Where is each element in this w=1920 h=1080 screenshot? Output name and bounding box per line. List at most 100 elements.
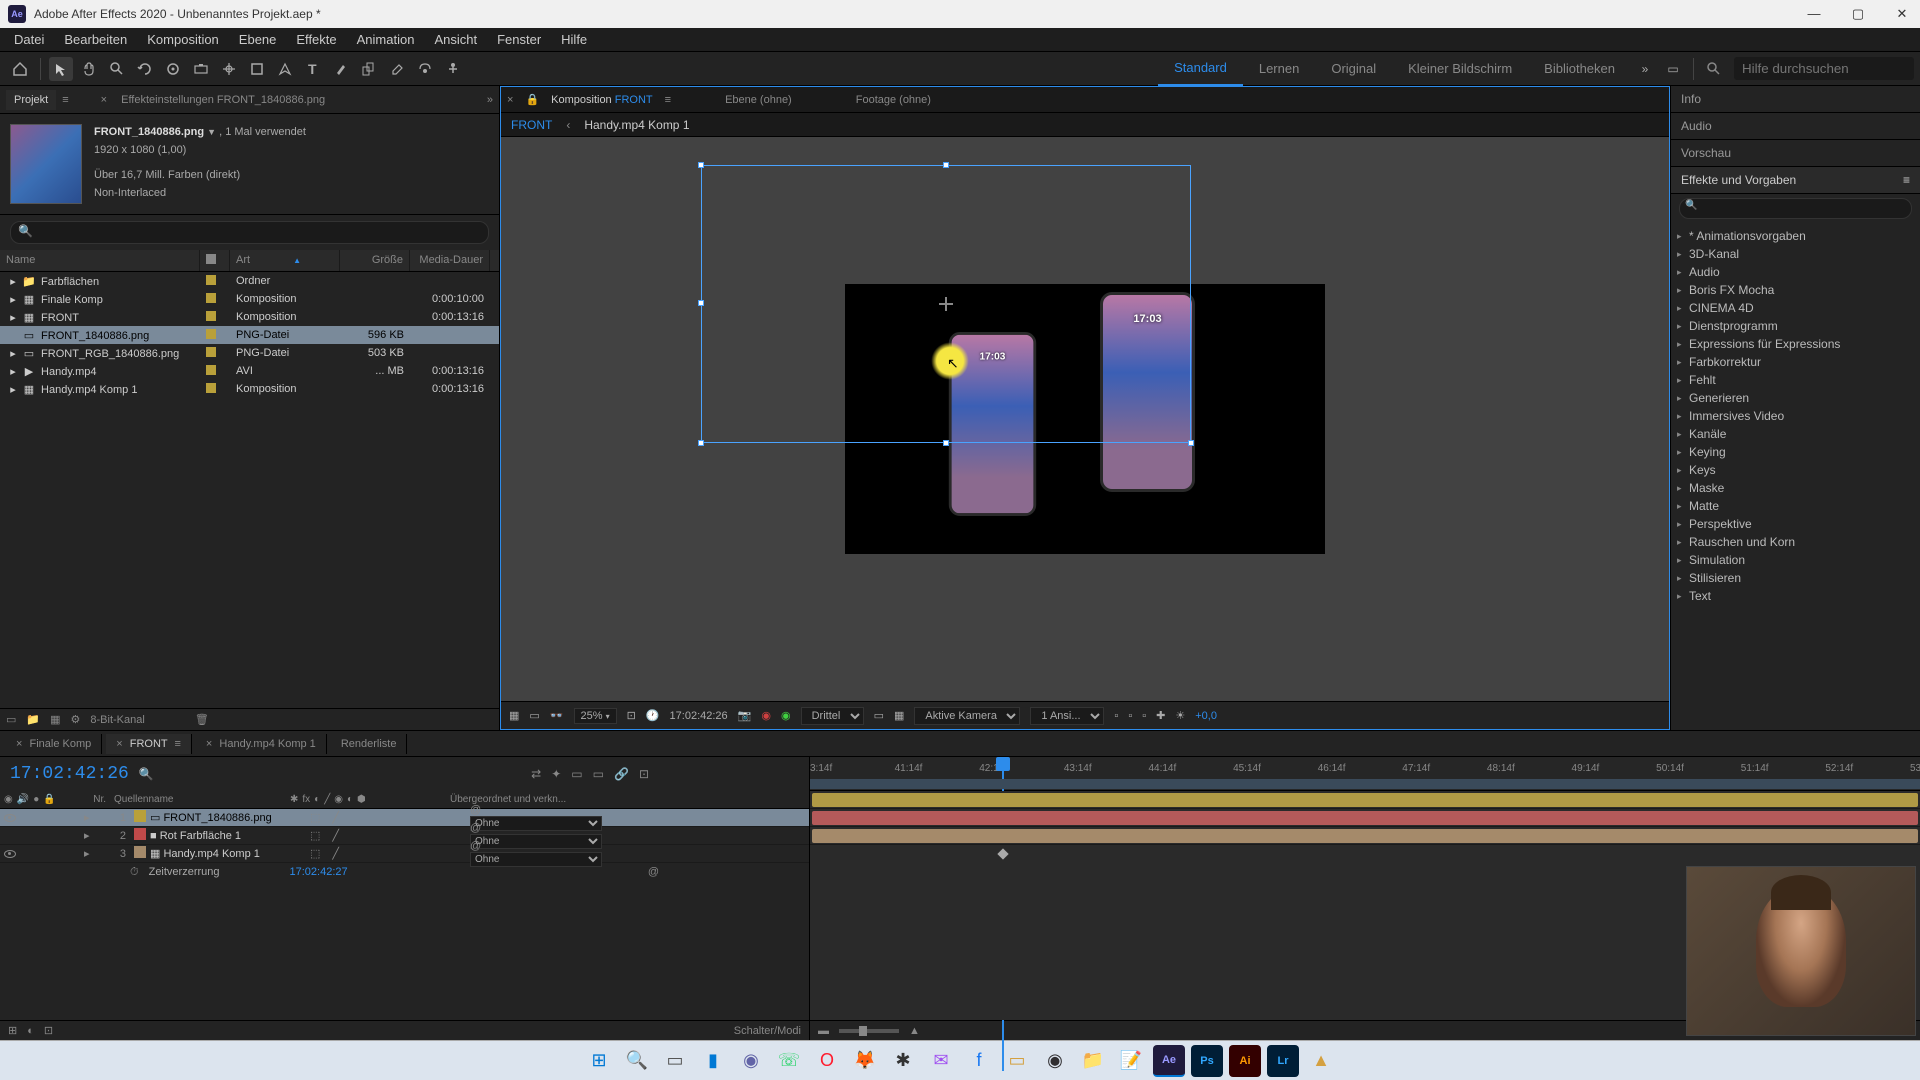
zoom-in-icon[interactable]: ▲ <box>909 1025 920 1037</box>
comp-tab-menu-icon[interactable]: ≡ <box>665 94 671 106</box>
lock-icon[interactable]: 🔒 <box>525 93 539 106</box>
effect-category[interactable]: Farbkorrektur <box>1671 353 1920 371</box>
layer-bar[interactable] <box>812 811 1918 825</box>
workspace-original[interactable]: Original <box>1315 52 1392 86</box>
ebene-tab[interactable]: Ebene (ohne) <box>725 94 792 106</box>
view3-icon[interactable]: ▫ <box>1142 710 1146 722</box>
comp-timecode[interactable]: 17:02:42:26 <box>670 710 728 722</box>
visibility-toggle[interactable] <box>4 814 16 822</box>
effect-settings-tab[interactable]: Effekteinstellungen FRONT_1840886.png <box>113 90 333 110</box>
effect-category[interactable]: Matte <box>1671 497 1920 515</box>
keyframe[interactable] <box>997 848 1008 859</box>
workspace-standard[interactable]: Standard <box>1158 52 1243 86</box>
effect-category[interactable]: Expressions für Expressions <box>1671 335 1920 353</box>
camera-tool[interactable] <box>189 57 213 81</box>
snapshot-icon[interactable]: 📷 <box>738 709 752 722</box>
timeline-tab[interactable]: × Handy.mp4 Komp 1 <box>196 734 327 754</box>
anchor-point-icon[interactable] <box>939 297 953 311</box>
workspace-bibliotheken[interactable]: Bibliotheken <box>1528 52 1631 86</box>
project-tab[interactable]: Projekt <box>6 90 56 110</box>
timeline-tab[interactable]: Renderliste <box>331 734 408 754</box>
taskbar-notes[interactable]: ▭ <box>1001 1045 1033 1077</box>
taskbar-ai[interactable]: Ai <box>1229 1045 1261 1077</box>
taskbar-messenger[interactable]: ✉ <box>925 1045 957 1077</box>
mask-icon[interactable]: ▭ <box>529 709 539 722</box>
menu-datei[interactable]: Datei <box>4 30 54 49</box>
timeline-ruler[interactable]: 3:14f41:14f42:14f43:14f44:14f45:14f46:14… <box>810 757 1920 791</box>
zoom-slider[interactable] <box>839 1029 899 1033</box>
zoom-out-icon[interactable]: ▬ <box>818 1025 829 1037</box>
effect-tab-close[interactable]: × <box>101 94 107 106</box>
effect-category[interactable]: Simulation <box>1671 551 1920 569</box>
preview-panel-tab[interactable]: Vorschau <box>1671 140 1920 167</box>
tl-icon-5[interactable]: 🔗 <box>614 767 629 781</box>
res-full-icon[interactable]: ⊡ <box>627 709 636 722</box>
menu-komposition[interactable]: Komposition <box>137 30 229 49</box>
project-row[interactable]: ▸▶ Handy.mp4AVI... MB0:00:13:16 <box>0 362 499 380</box>
timeline-timecode[interactable]: 17:02:42:26 <box>10 764 129 784</box>
close-button[interactable]: ✕ <box>1892 6 1912 22</box>
anchor-tool[interactable] <box>217 57 241 81</box>
transparency-icon[interactable]: ▦ <box>894 709 904 722</box>
timecode-icon[interactable]: 🕐 <box>646 709 660 722</box>
selection-tool[interactable] <box>49 57 73 81</box>
timeline-layer[interactable]: ▸2■ Rot Farbfläche 1⬚╱@ Ohne <box>0 827 809 845</box>
keyframe-row[interactable] <box>810 845 1920 863</box>
hand-tool[interactable] <box>77 57 101 81</box>
puppet-tool[interactable] <box>441 57 465 81</box>
tl-icon-1[interactable]: ⇄ <box>531 767 541 781</box>
timeline-tab[interactable]: × Finale Komp <box>6 734 102 754</box>
glasses-icon[interactable]: 👓 <box>550 709 564 722</box>
project-row[interactable]: ▸▦ Finale KompKomposition0:00:10:00 <box>0 290 499 308</box>
taskbar-explorer[interactable]: ▮ <box>697 1045 729 1077</box>
composition-viewport[interactable]: 17:03 17:03 ↖ <box>501 137 1669 701</box>
effect-category[interactable]: 3D-Kanal <box>1671 245 1920 263</box>
effect-category[interactable]: Maske <box>1671 479 1920 497</box>
timeline-track[interactable] <box>810 791 1920 809</box>
adjust-icon[interactable]: ⚙ <box>71 713 81 726</box>
col-quellenname[interactable]: Quellenname <box>110 792 286 807</box>
project-row[interactable]: ▸▭ FRONT_RGB_1840886.pngPNG-Datei503 KB <box>0 344 499 362</box>
comp-tab-name[interactable]: FRONT <box>615 94 653 106</box>
toggle-switches-icon[interactable]: ⊞ <box>8 1024 17 1037</box>
taskbar-search[interactable]: 🔍 <box>621 1045 653 1077</box>
workspace-lernen[interactable]: Lernen <box>1243 52 1315 86</box>
effect-category[interactable]: Perspektive <box>1671 515 1920 533</box>
taskbar-ps[interactable]: Ps <box>1191 1045 1223 1077</box>
new-folder-icon[interactable]: 📁 <box>26 713 40 726</box>
menu-ebene[interactable]: Ebene <box>229 30 287 49</box>
comp-tab-close[interactable]: × <box>507 94 513 106</box>
col-dur[interactable]: Media-Dauer <box>410 250 490 271</box>
taskbar-app2[interactable]: ▲ <box>1305 1045 1337 1077</box>
clone-tool[interactable] <box>357 57 381 81</box>
asset-dropdown-icon[interactable]: ▼ <box>207 127 216 137</box>
bpc-label[interactable]: 8-Bit-Kanal <box>90 714 144 726</box>
text-tool[interactable]: T <box>301 57 325 81</box>
guides-icon[interactable]: ✚ <box>1156 709 1165 722</box>
orbit-tool[interactable] <box>133 57 157 81</box>
cti-head[interactable] <box>996 757 1010 771</box>
roto-tool[interactable] <box>413 57 437 81</box>
tl-icon-6[interactable]: ⊡ <box>639 767 649 781</box>
roi-icon[interactable]: ▭ <box>874 709 884 722</box>
menu-fenster[interactable]: Fenster <box>487 30 551 49</box>
taskbar-teams[interactable]: ◉ <box>735 1045 767 1077</box>
sublayer-value[interactable]: 17:02:42:27 <box>290 866 348 878</box>
layer-bar[interactable] <box>812 829 1918 843</box>
timeline-track[interactable] <box>810 809 1920 827</box>
audio-panel-tab[interactable]: Audio <box>1671 113 1920 140</box>
col-type[interactable]: Art ▲ <box>230 250 340 271</box>
panel-menu-icon[interactable]: ≡ <box>1903 173 1910 187</box>
timeline-layer[interactable]: ▸3▦ Handy.mp4 Komp 1⬚╱@ Ohne <box>0 845 809 863</box>
project-row[interactable]: ▸▦ Handy.mp4 Komp 1Komposition0:00:13:16 <box>0 380 499 398</box>
minimize-button[interactable]: ― <box>1804 6 1824 22</box>
brush-tool[interactable] <box>329 57 353 81</box>
work-area-bar[interactable] <box>810 779 1920 789</box>
taskbar-task-view[interactable]: ▭ <box>659 1045 691 1077</box>
eraser-tool[interactable] <box>385 57 409 81</box>
visibility-toggle[interactable] <box>4 850 16 858</box>
effect-category[interactable]: Fehlt <box>1671 371 1920 389</box>
new-comp-icon[interactable]: ▦ <box>50 713 60 726</box>
timeline-tab[interactable]: × FRONT ≡ <box>106 734 192 754</box>
info-panel-tab[interactable]: Info <box>1671 86 1920 113</box>
